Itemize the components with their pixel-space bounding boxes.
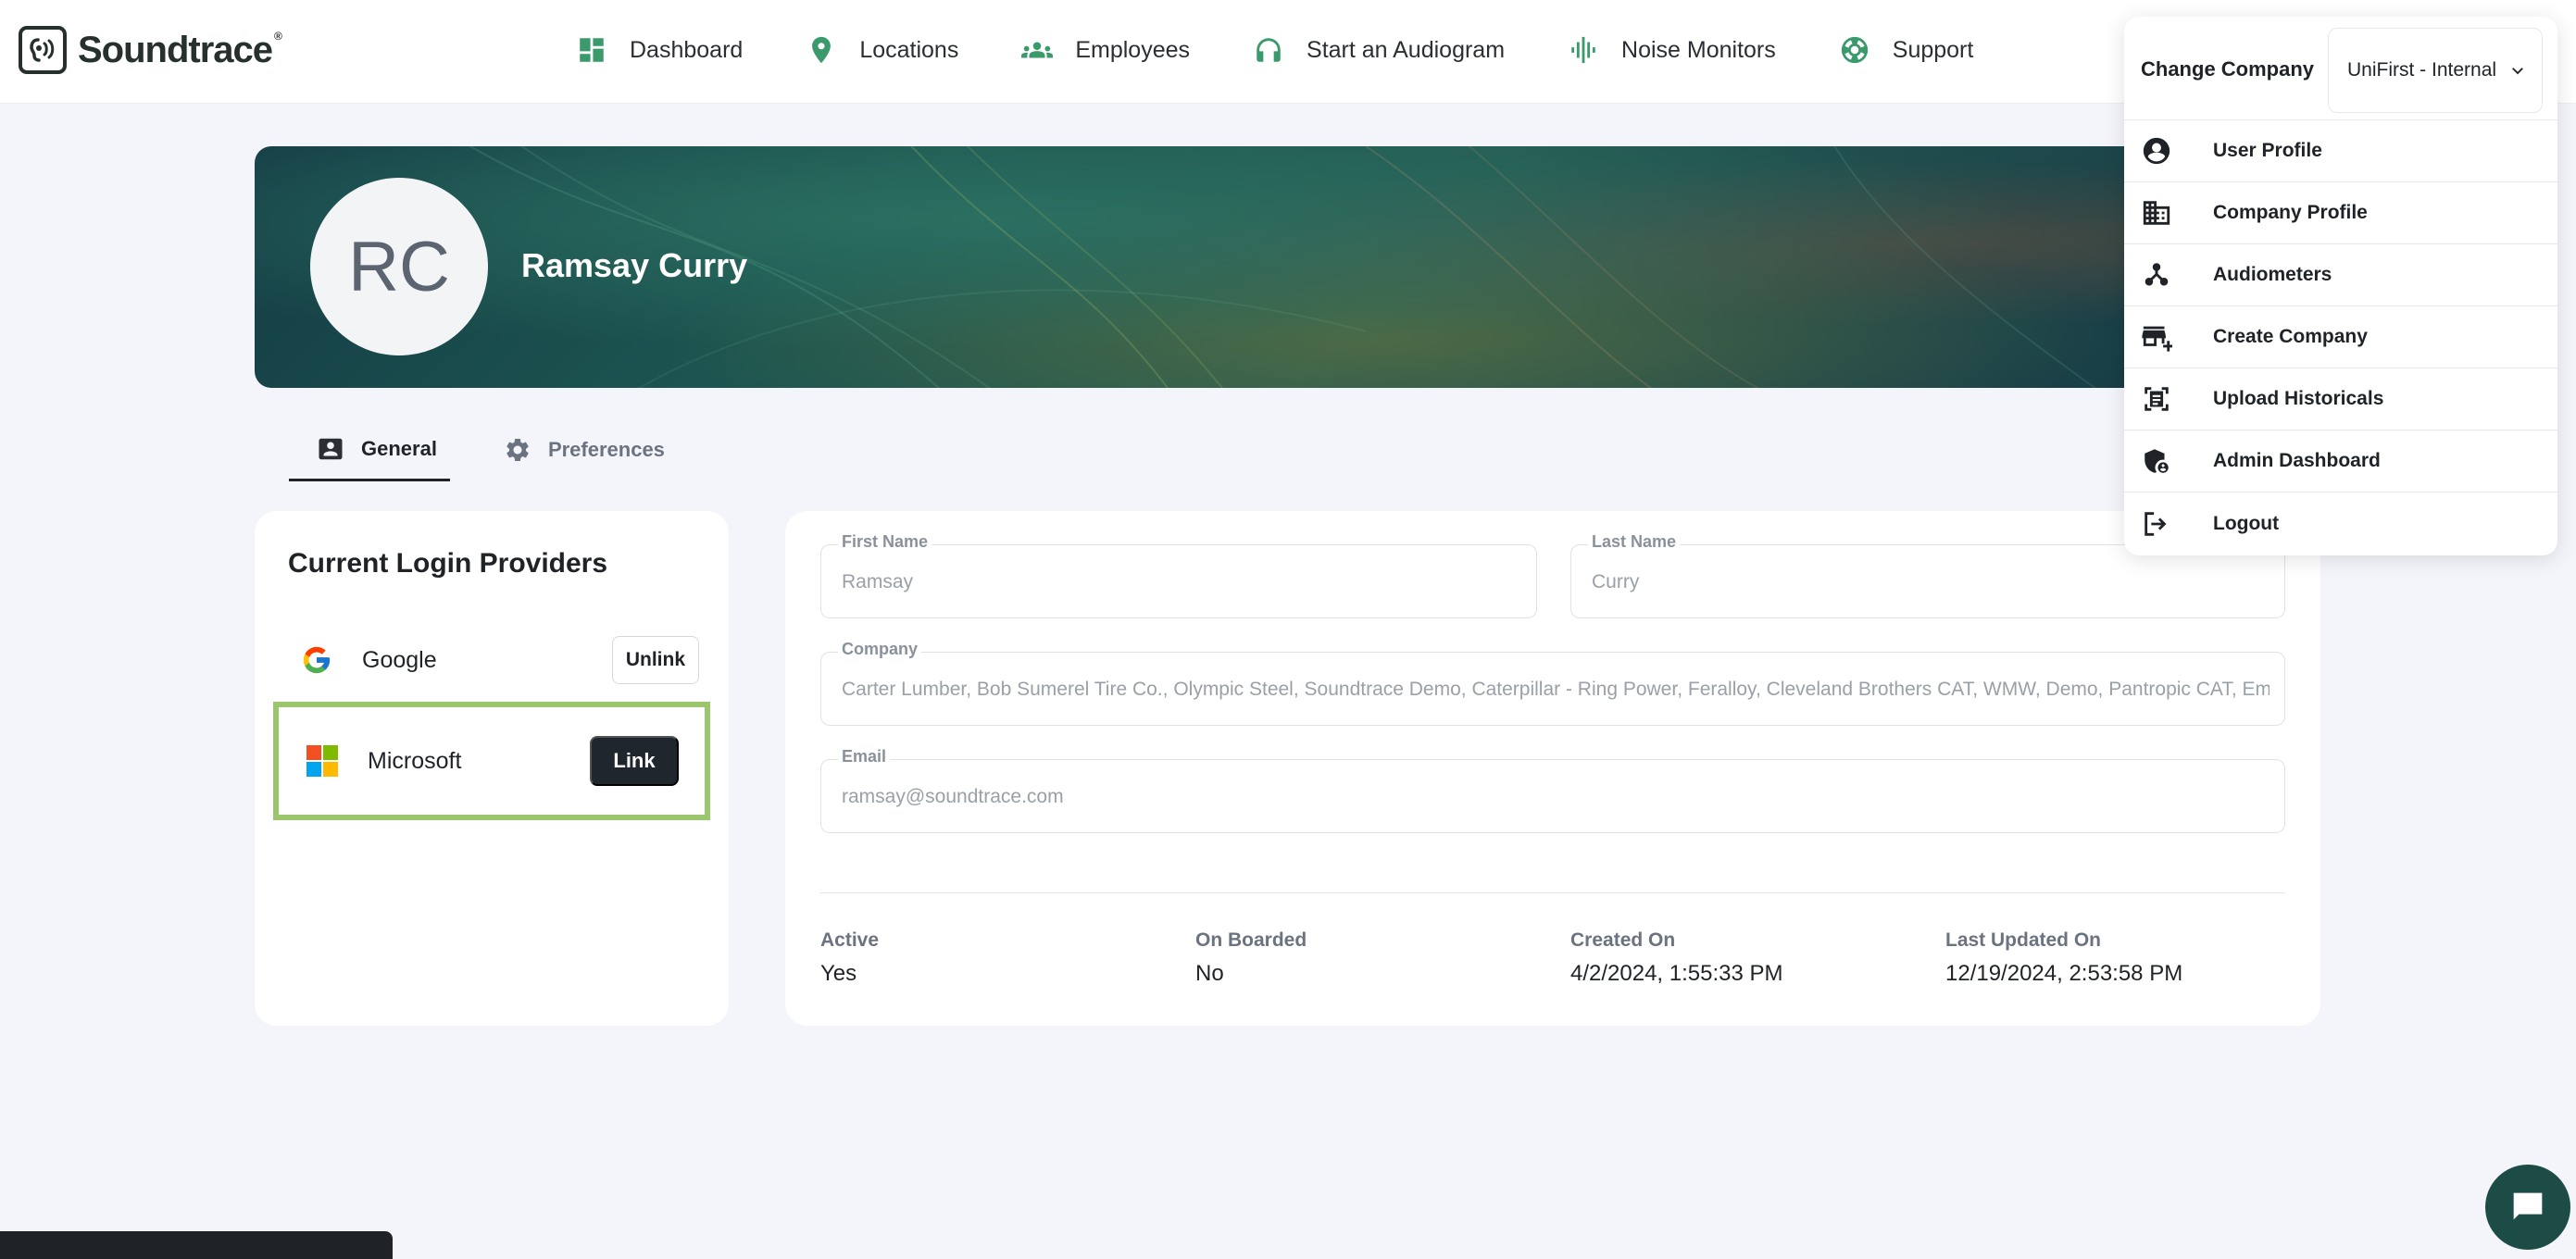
company-label: Company: [838, 640, 922, 659]
stat-value: No: [1195, 961, 1224, 986]
status-toast: [0, 1231, 393, 1259]
email-field[interactable]: Email ramsay@soundtrace.com: [820, 747, 2285, 833]
brand-name: Soundtrace ®: [78, 29, 282, 70]
microsoft-icon: [306, 745, 338, 777]
account-circle-icon: [2143, 137, 2170, 165]
headphones-icon: [1257, 38, 1281, 62]
stat-active: Active Yes: [820, 929, 879, 987]
login-providers-card: Current Login Providers Google Unlink Mi…: [255, 511, 729, 1026]
contact-card-icon: [319, 438, 343, 459]
change-company-label: Change Company: [2141, 57, 2315, 81]
user-menu-dropdown: Change Company UniFirst - Internal User …: [2124, 17, 2557, 555]
chat-launcher-button[interactable]: [2485, 1165, 2570, 1250]
admin-shield-icon: [2145, 449, 2169, 473]
menu-audiometers[interactable]: Audiometers: [2124, 244, 2557, 306]
nav-start-audiogram[interactable]: Start an Audiogram: [1253, 24, 1505, 76]
stat-on-boarded: On Boarded No: [1195, 929, 1307, 987]
login-providers-title: Current Login Providers: [288, 548, 608, 579]
stat-value: 4/2/2024, 1:55:33 PM: [1570, 961, 1783, 986]
store-add-icon: [2142, 326, 2172, 352]
nav-support[interactable]: Support: [1839, 24, 1973, 76]
people-icon: [1021, 42, 1054, 58]
stat-label: Last Updated On: [1945, 929, 2102, 951]
profile-tabs: General Preferences: [289, 418, 704, 481]
stat-label: Active: [820, 929, 880, 951]
chevron-down-icon: [2512, 68, 2523, 75]
logout-icon: [2145, 511, 2167, 536]
menu-logout[interactable]: Logout: [2124, 492, 2557, 555]
soundtrace-logo-icon: [19, 26, 67, 74]
chat-icon: [2513, 1192, 2543, 1220]
profile-banner: RC Ramsay Curry: [255, 146, 2321, 388]
stat-label: Created On: [1570, 929, 1676, 951]
brand-logo[interactable]: Soundtrace ®: [19, 24, 282, 76]
provider-row-google: Google Unlink: [273, 609, 710, 711]
stat-value: Yes: [820, 961, 857, 986]
company-select[interactable]: UniFirst - Internal: [2328, 28, 2543, 113]
nav-noise-monitors[interactable]: Noise Monitors: [1568, 24, 1776, 76]
nav-locations[interactable]: Locations: [806, 24, 958, 76]
nav-employees[interactable]: Employees: [1021, 24, 1190, 76]
main-nav: Dashboard Locations Employees Start an A…: [576, 24, 1973, 76]
stat-last-updated-on: Last Updated On 12/19/2024, 2:53:58 PM: [1945, 929, 2182, 987]
company-field[interactable]: Company Carter Lumber, Bob Sumerel Tire …: [820, 640, 2285, 726]
profile-name: Ramsay Curry: [521, 246, 748, 284]
stat-label: On Boarded: [1195, 929, 1307, 951]
last-name-field[interactable]: Last Name Curry: [1570, 532, 2285, 618]
menu-company-profile[interactable]: Company Profile: [2124, 182, 2557, 244]
menu-upload-historicals[interactable]: Upload Historicals: [2124, 368, 2557, 430]
company-select-value: UniFirst - Internal: [2347, 59, 2497, 81]
company-value: Carter Lumber, Bob Sumerel Tire Co., Oly…: [842, 679, 2270, 700]
first-name-label: First Name: [838, 532, 932, 552]
email-value: ramsay@soundtrace.com: [842, 786, 1064, 807]
provider-name-google: Google: [362, 646, 437, 673]
location-pin-icon: [812, 36, 832, 64]
tab-general[interactable]: General: [289, 418, 450, 481]
building-icon: [2143, 201, 2170, 225]
google-icon: [303, 646, 331, 674]
hub-icon: [2145, 263, 2169, 286]
menu-create-company[interactable]: Create Company: [2124, 306, 2557, 368]
avatar: RC: [310, 178, 488, 355]
lifebuoy-icon: [1841, 36, 1868, 64]
details-divider: [820, 892, 2285, 893]
user-details-card: First Name Ramsay Last Name Curry Compan…: [785, 511, 2320, 1026]
tab-preferences[interactable]: Preferences: [476, 418, 678, 481]
last-name-value: Curry: [1592, 571, 1640, 592]
gear-icon: [506, 439, 529, 461]
dashboard-icon: [580, 38, 604, 62]
last-name-label: Last Name: [1588, 532, 1681, 552]
stat-value: 12/19/2024, 2:53:58 PM: [1945, 961, 2183, 986]
unlink-google-button[interactable]: Unlink: [611, 636, 699, 684]
change-company-row: Change Company UniFirst - Internal: [2124, 17, 2557, 120]
link-microsoft-button[interactable]: Link: [590, 736, 679, 786]
nav-dashboard[interactable]: Dashboard: [576, 24, 743, 76]
menu-user-profile[interactable]: User Profile: [2124, 120, 2557, 182]
provider-name-microsoft: Microsoft: [368, 747, 462, 774]
stat-created-on: Created On 4/2/2024, 1:55:33 PM: [1570, 929, 1783, 987]
email-label: Email: [838, 747, 891, 767]
document-scan-icon: [2145, 387, 2169, 411]
menu-admin-dashboard[interactable]: Admin Dashboard: [2124, 430, 2557, 492]
first-name-field[interactable]: First Name Ramsay: [820, 532, 1537, 618]
first-name-value: Ramsay: [842, 571, 914, 592]
provider-row-microsoft: Microsoft Link: [273, 702, 710, 820]
sound-wave-icon: [1571, 36, 1595, 64]
